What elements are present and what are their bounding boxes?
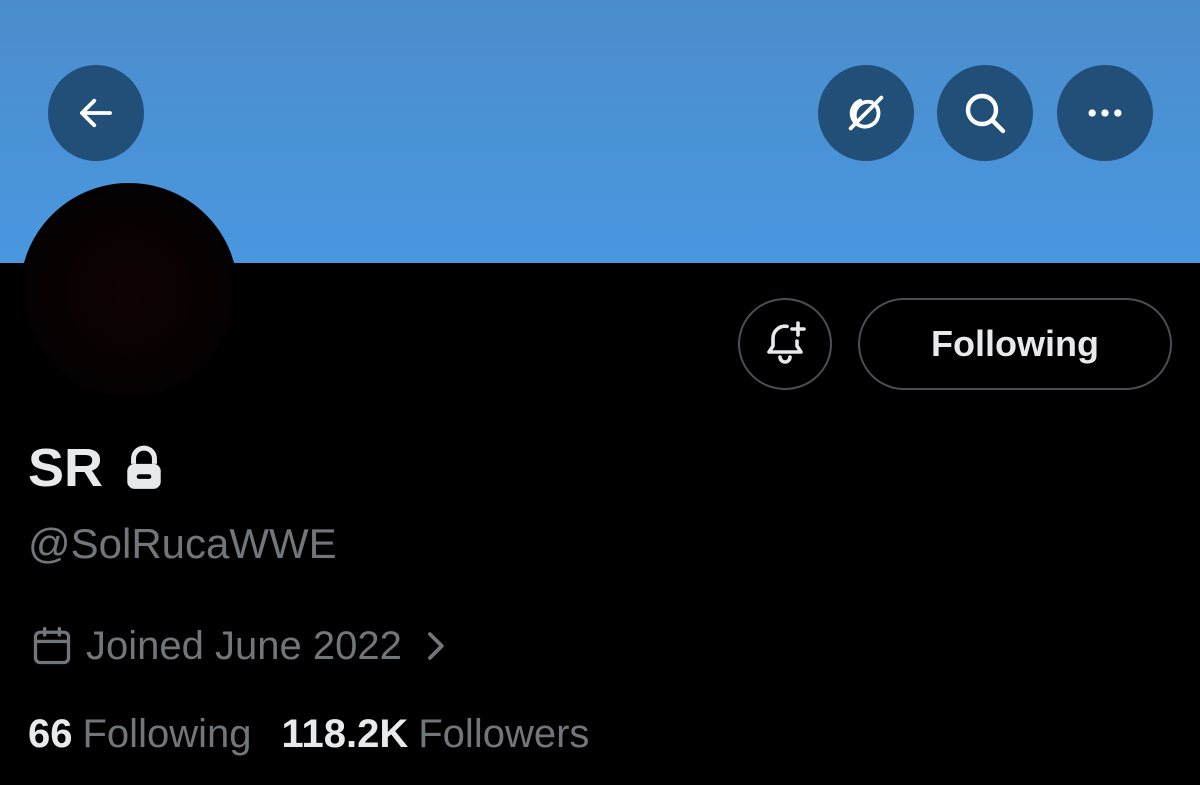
following-label: Following [82,711,252,756]
notifications-button[interactable] [738,298,832,390]
followers-stat[interactable]: 118.2K Followers [281,712,589,757]
joined-date-row[interactable]: Joined June 2022 [30,618,448,674]
following-stat[interactable]: 66 Following [28,712,251,757]
search-icon [961,89,1009,137]
more-options-button[interactable] [1057,65,1153,161]
followers-label: Followers [418,711,590,756]
search-button[interactable] [937,65,1033,161]
following-button[interactable]: Following [858,298,1172,390]
following-count: 66 [28,711,73,756]
profile-screen: Following SR @SolRucaWWE Joined June 202… [0,0,1200,785]
calendar-icon [30,624,74,668]
grok-icon [843,90,889,136]
lock-icon [123,445,165,491]
chevron-right-icon [422,629,448,663]
display-name: SR [28,438,104,498]
joined-date-text: Joined June 2022 [86,623,402,668]
grok-button[interactable] [818,65,914,161]
followers-count: 118.2K [281,711,409,756]
avatar[interactable] [20,183,238,401]
arrow-left-icon [75,92,117,134]
profile-handle: @SolRucaWWE [28,520,337,567]
more-horizontal-icon [1083,91,1127,135]
bell-plus-icon [761,318,809,371]
profile-name-row: SR [28,436,165,500]
back-button[interactable] [48,65,144,161]
follow-stats: 66 Following 118.2K Followers [28,708,589,760]
